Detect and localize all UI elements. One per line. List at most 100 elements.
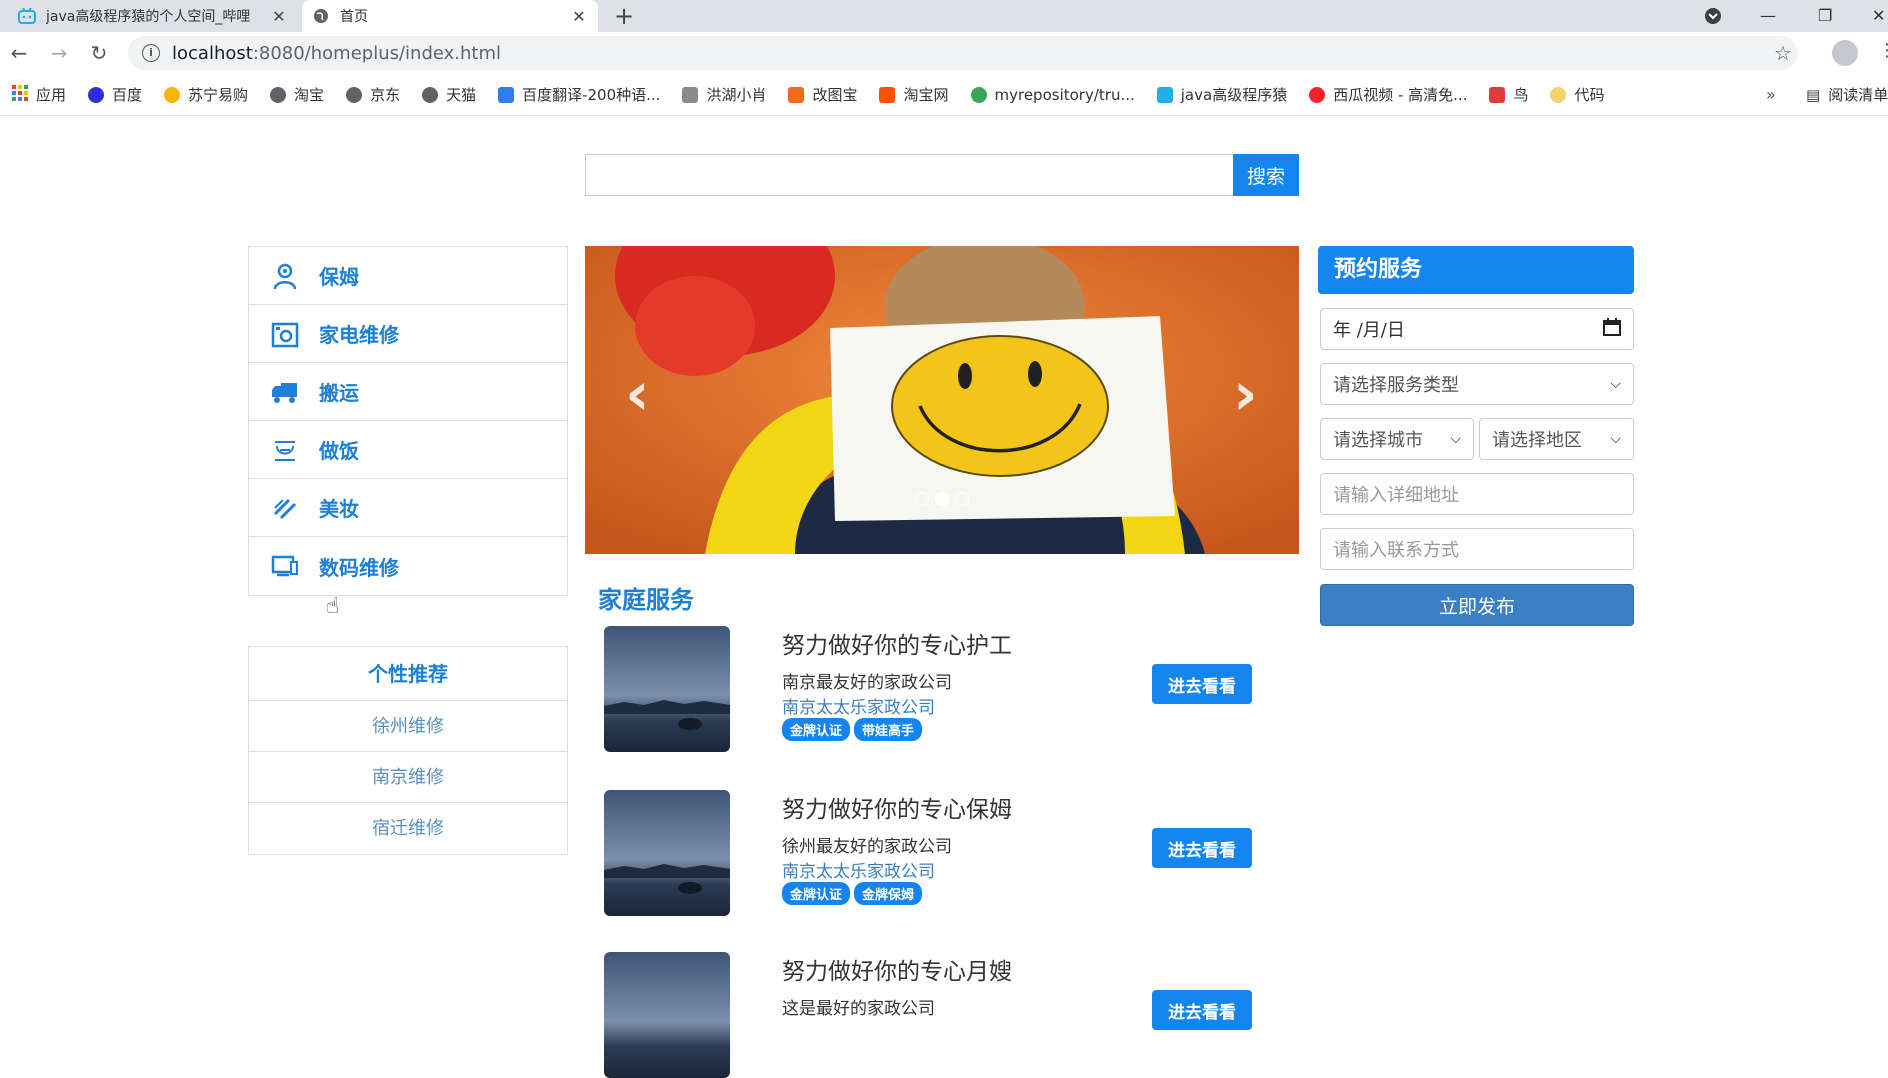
bookmark-xigua[interactable]: 西瓜视频 - 高清免... [1309,84,1467,105]
recommendation-item-nanjing[interactable]: 南京维修 [249,752,567,803]
category-label: 数码维修 [319,555,399,580]
back-icon[interactable]: ← [6,40,32,66]
service-type-value: 请选择服务类型 [1333,375,1459,396]
service-description: 徐州最友好的家政公司 [782,837,952,857]
new-tab-button[interactable]: + [614,0,634,32]
window-close-icon[interactable]: ✕ [1872,0,1885,32]
address-input[interactable]: 请输入详细地址 [1320,473,1634,515]
publish-button[interactable]: 立即发布 [1320,584,1634,626]
recommendation-title: 个性推荐 [249,647,567,701]
site-info-icon[interactable]: i [142,44,160,62]
bookmark-code[interactable]: 代码 [1550,84,1605,105]
calendar-icon[interactable] [1603,317,1621,341]
recommendation-item-xuzhou[interactable]: 徐州维修 [249,701,567,752]
bookmark-star-icon[interactable]: ☆ [1768,41,1798,65]
view-service-button[interactable]: 进去看看 [1152,828,1252,868]
tab-home[interactable]: 首页 ✕ [302,0,598,32]
reload-icon[interactable]: ↻ [86,40,112,66]
taobao-icon [879,86,896,103]
bookmark-gaitubao[interactable]: 改图宝 [788,84,857,105]
service-thumbnail[interactable] [604,790,730,916]
recommendation-item-suqian[interactable]: 宿迁维修 [249,803,567,854]
close-icon[interactable]: ✕ [570,7,588,26]
search-button[interactable]: 搜索 [1233,154,1299,196]
service-badges: 金牌认证 金牌保姆 [782,882,923,905]
carousel-next-icon[interactable]: › [1233,364,1258,424]
reading-list[interactable]: ▤ 阅读清单 [1806,84,1888,105]
bookmark-label: 苏宁易购 [188,86,249,104]
bookmark-taobao[interactable]: 淘宝 [270,84,324,105]
service-thumbnail[interactable] [604,626,730,752]
city-select[interactable]: 请选择城市 ⌵ [1320,418,1474,460]
service-title[interactable]: 努力做好你的专心保姆 [782,790,1012,824]
translate-icon [498,86,515,103]
date-value: 年 /月/日 [1333,320,1405,341]
service-company-link[interactable]: 南京太太乐家政公司 [782,693,935,718]
category-item-digital-repair[interactable]: 数码维修 [249,537,567,595]
date-field[interactable]: 年 /月/日 [1320,308,1634,350]
forward-icon[interactable]: → [46,40,72,66]
recommendation-list: 个性推荐 徐州维修 南京维修 宿迁维修 [248,646,568,855]
bookmark-taobaowang[interactable]: 淘宝网 [879,84,949,105]
view-service-button[interactable]: 进去看看 [1152,664,1252,704]
service-thumbnail[interactable] [604,952,730,1078]
bookmark-baidu-translate[interactable]: 百度翻译-200种语... [498,84,660,105]
profile-avatar-icon[interactable] [1832,40,1858,66]
booking-title: 预约服务 [1318,246,1634,294]
bookmark-baidu[interactable]: 百度 [88,84,142,105]
booking-panel: 预约服务 年 /月/日 请选择服务类型 ⌵ 请选择城市 ⌵ 请选择地区 ⌵ 请输… [1318,246,1634,626]
close-icon[interactable]: ✕ [270,7,288,26]
category-item-nanny[interactable]: 保姆 [249,247,567,305]
category-item-cooking[interactable]: 做饭 [249,421,567,479]
url-field[interactable]: i localhost:8080/homeplus/index.html ☆ [128,36,1798,70]
service-company-link[interactable]: 南京太太乐家政公司 [782,857,935,882]
bookmark-java[interactable]: java高级程序猿 [1156,84,1288,105]
truck-icon [271,378,299,406]
category-item-moving[interactable]: 搬运 [249,363,567,421]
service-title[interactable]: 努力做好你的专心护工 [782,626,1012,660]
digital-repair-icon [271,552,299,580]
globe-icon [346,86,363,103]
category-item-appliance-repair[interactable]: 家电维修 [249,305,567,363]
service-badges: 金牌认证 带娃高手 [782,718,923,741]
address-bar: ← → ↻ i localhost:8080/homeplus/index.ht… [0,32,1888,74]
service-type-select[interactable]: 请选择服务类型 ⌵ [1320,363,1634,405]
carousel-prev-icon[interactable]: ‹ [625,364,650,424]
chrome-icon [970,86,987,103]
bookmark-tmall[interactable]: 天猫 [422,84,476,105]
bookmark-apps[interactable]: 应用 [12,84,66,105]
service-title[interactable]: 努力做好你的专心月嫂 [782,952,1012,986]
category-label: 美妆 [319,497,359,521]
bookmark-suning[interactable]: 苏宁易购 [164,84,248,105]
bookmark-honghu[interactable]: 洪湖小肖 [682,84,766,105]
code-icon [1550,86,1567,103]
chevron-down-icon: ⌵ [1610,376,1621,392]
category-item-makeup[interactable]: 美妆 [249,479,567,537]
search-input[interactable] [585,154,1233,196]
badge: 带娃高手 [854,718,923,741]
category-list: 保姆 家电维修 搬运 做饭 美妆 数码维修 [248,246,568,596]
bookmark-label: 代码 [1574,86,1605,104]
district-select[interactable]: 请选择地区 ⌵ [1479,418,1634,460]
bookmarks-overflow-icon[interactable]: » [1766,85,1776,104]
carousel-dot[interactable] [915,492,929,506]
minimize-icon[interactable]: — [1760,0,1776,32]
carousel-dot-active[interactable] [935,492,949,506]
tab-title: 首页 [340,9,368,25]
carousel-dot[interactable] [955,492,969,506]
bookmark-label: java高级程序猿 [1180,86,1288,104]
bookmark-jd[interactable]: 京东 [346,84,400,105]
service-description: 南京最友好的家政公司 [782,673,952,693]
tab-bilibili[interactable]: java高级程序猿的个人空间_哔哩 ✕ [8,0,298,32]
badge: 金牌保姆 [854,882,923,905]
bookmark-label: 西瓜视频 - 高清免... [1333,86,1468,104]
menu-icon[interactable]: ⋮ [1878,40,1888,61]
contact-input[interactable]: 请输入联系方式 [1320,528,1634,570]
bookmark-label: 应用 [36,86,67,104]
restore-icon[interactable]: ❐ [1818,0,1832,32]
tab-search-icon[interactable] [1704,0,1722,32]
bookmark-bird[interactable]: 鸟 [1489,84,1528,105]
appliance-repair-icon [271,320,299,348]
view-service-button[interactable]: 进去看看 [1152,990,1252,1030]
bookmark-myrepository[interactable]: myrepository/tru... [970,86,1135,104]
